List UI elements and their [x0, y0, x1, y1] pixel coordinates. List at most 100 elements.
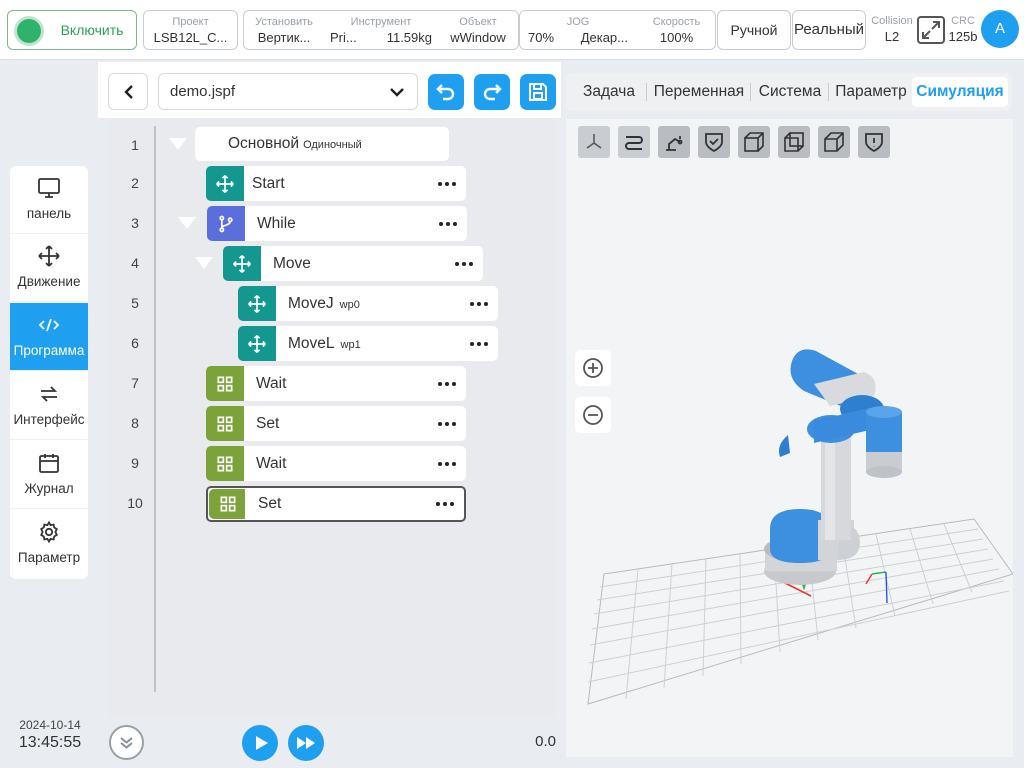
nav-item-motion[interactable]: Движение [10, 234, 88, 302]
collapse-toggle-icon[interactable] [169, 138, 187, 150]
redo-button[interactable] [474, 74, 510, 110]
power-button[interactable]: Включить [7, 10, 137, 50]
view-front-cube-button[interactable] [738, 126, 770, 158]
nav-label-interface: Интерфейс [13, 412, 85, 427]
project-selector[interactable]: Проект LSB12L_C... [143, 10, 238, 50]
project-key: Проект [172, 16, 209, 28]
tree-node-movej[interactable]: MoveJ wp0 [238, 286, 498, 321]
view-side-cube-button[interactable] [778, 126, 810, 158]
jog-selector[interactable]: JOG 70% Декар... [520, 11, 636, 49]
tree-node-movel[interactable]: MoveL wp1 [238, 326, 498, 361]
line-number: 10 [127, 495, 143, 511]
move-icon [216, 175, 234, 193]
grid-icon [220, 496, 236, 512]
play-button[interactable] [242, 725, 278, 761]
shield-alert-icon [865, 133, 883, 153]
collision-level[interactable]: Collision L2 [867, 10, 917, 50]
line-number: 9 [131, 455, 139, 471]
manual-mode-button[interactable]: Ручной [717, 10, 791, 50]
view-top-cube-button[interactable] [818, 126, 850, 158]
code-icon [38, 318, 60, 332]
tree-node-move[interactable]: Move [223, 246, 483, 281]
nav-label-program: Программа [13, 343, 85, 358]
tab-simulation[interactable]: Симуляция [912, 77, 1008, 107]
view-axes-button[interactable] [578, 126, 610, 158]
nav-item-log[interactable]: Журнал [10, 441, 88, 509]
power-label: Включить [60, 22, 124, 38]
right-panel-tabs: Задача Переменная Система Параметр Симул… [566, 73, 1012, 111]
view-path-button[interactable] [618, 126, 650, 158]
program-file-select[interactable]: demo.jspf [158, 73, 418, 110]
main-nav: панель Движение Программа Интерфейс Журн… [10, 166, 88, 579]
back-button[interactable] [108, 73, 148, 110]
collision-value: L2 [884, 29, 900, 44]
collapse-toggle-icon[interactable] [178, 217, 196, 229]
speed-key: Скорость [652, 16, 701, 28]
crc-key: CRC [951, 15, 975, 27]
swap-icon [40, 386, 58, 402]
object-selector[interactable]: Объект wWindow [438, 11, 518, 49]
view-safety-alert-button[interactable] [858, 126, 890, 158]
grid-icon [217, 456, 233, 472]
tab-system[interactable]: Система [754, 73, 826, 111]
nav-item-interface[interactable]: Интерфейс [10, 372, 88, 440]
nav-item-panel[interactable]: панель [10, 166, 88, 234]
tree-node-root[interactable]: Основной Одиночный [195, 127, 449, 161]
tree-node-wait[interactable]: Wait [206, 446, 466, 481]
speed-selector[interactable]: Скорость 100% [638, 11, 715, 49]
install-selector[interactable]: Установить Вертик... [244, 11, 324, 49]
collapse-all-button[interactable] [109, 725, 144, 760]
node-label: MoveJ [288, 295, 334, 312]
tab-variable[interactable]: Переменная [650, 73, 748, 111]
step-forward-button[interactable] [288, 725, 324, 761]
fullscreen-icon[interactable] [917, 16, 945, 44]
more-options-icon[interactable] [436, 502, 454, 506]
tree-node-wait[interactable]: Wait [206, 366, 466, 401]
more-options-icon[interactable] [470, 302, 488, 306]
more-options-icon[interactable] [438, 182, 456, 186]
tree-node-set-selected[interactable]: Set [206, 486, 466, 522]
collapse-toggle-icon[interactable] [195, 257, 213, 269]
line-number: 2 [131, 175, 139, 191]
tree-node-start[interactable]: Start [206, 166, 466, 201]
node-sublabel: wp0 [339, 299, 360, 311]
more-options-icon[interactable] [455, 262, 473, 266]
shield-check-icon [705, 133, 723, 153]
more-options-icon[interactable] [438, 382, 456, 386]
tree-node-set[interactable]: Set [206, 406, 466, 441]
zoom-out-button[interactable] [575, 397, 611, 433]
more-options-icon[interactable] [438, 422, 456, 426]
line-number: 5 [131, 295, 139, 311]
user-avatar[interactable]: A [981, 10, 1019, 48]
node-label: While [257, 215, 296, 232]
more-options-icon[interactable] [439, 222, 457, 226]
view-safety-shield-button[interactable] [698, 126, 730, 158]
tab-parameter[interactable]: Параметр [831, 73, 911, 111]
nav-item-parameter[interactable]: Параметр [10, 510, 88, 578]
nav-item-program[interactable]: Программа [10, 303, 88, 371]
more-options-icon[interactable] [438, 462, 456, 466]
redo-icon [483, 84, 502, 101]
nav-label-panel: панель [26, 206, 72, 221]
zoom-in-button[interactable] [575, 350, 611, 386]
speed-value: 100% [659, 30, 694, 45]
install-value: Вертик... [257, 30, 311, 45]
tree-node-while[interactable]: While [207, 206, 467, 241]
jog-speed-group: JOG 70% Декар... Скорость 100% [519, 10, 716, 50]
real-mode-button[interactable]: Реальный [792, 10, 866, 50]
simulation-viewport[interactable] [566, 119, 1014, 757]
zoom-in-icon [583, 358, 603, 378]
project-value: LSB12L_C... [153, 30, 228, 45]
more-options-icon[interactable] [470, 342, 488, 346]
view-robot-button[interactable] [658, 126, 690, 158]
editor-footer [98, 718, 561, 768]
save-button[interactable] [520, 74, 556, 110]
root-label: Основной [228, 135, 300, 152]
tool-selector[interactable]: Инструмент Pri... 11.59kg [326, 11, 436, 49]
line-number: 7 [131, 375, 139, 391]
tab-task[interactable]: Задача [574, 73, 644, 111]
tool-key: Инструмент [350, 16, 412, 28]
undo-button[interactable] [428, 74, 464, 110]
root-sublabel: Одиночный [303, 139, 362, 151]
tab-divider [750, 83, 751, 101]
